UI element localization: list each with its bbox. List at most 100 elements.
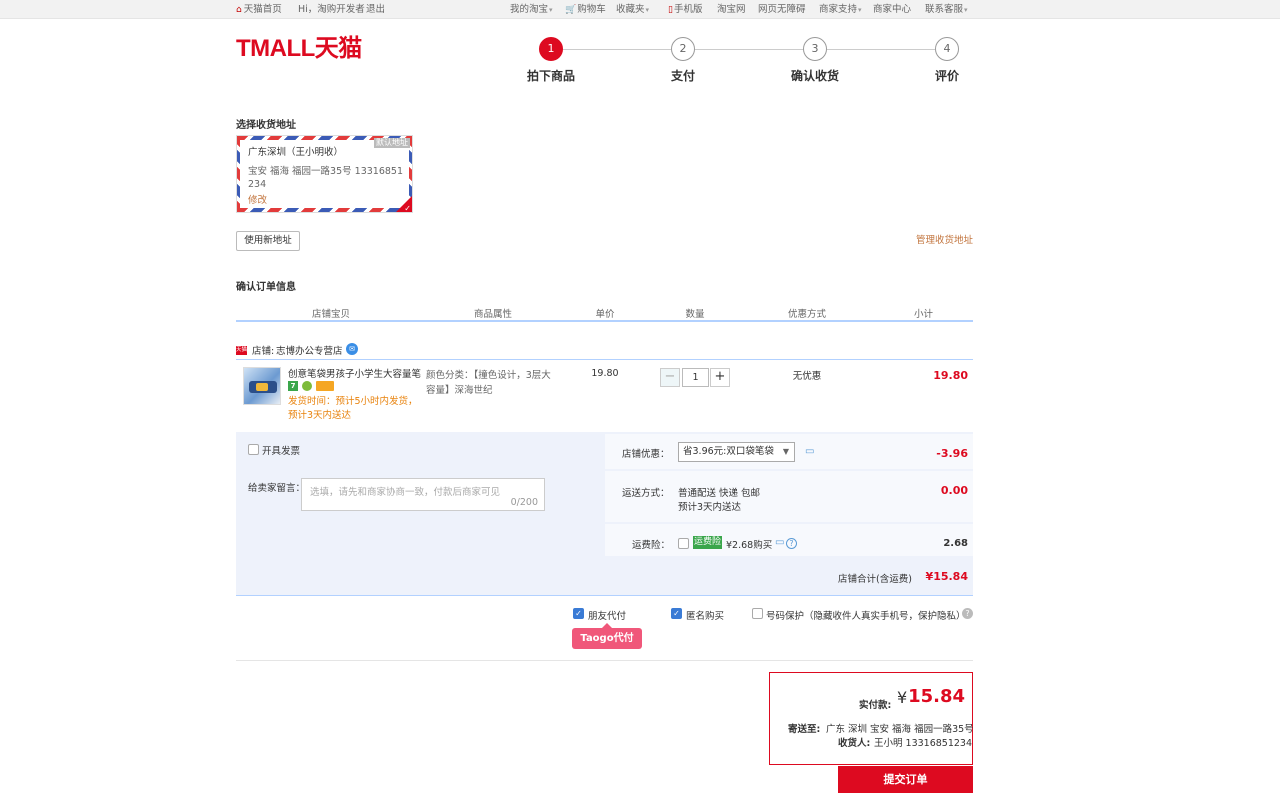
message-char-count: 0/200 xyxy=(510,497,538,508)
new-address-button[interactable]: 使用新地址 xyxy=(236,231,300,251)
quantity-input[interactable]: 1 xyxy=(682,368,709,387)
receiver-info: 王小明 13316851234 xyxy=(874,738,973,749)
manage-address-link[interactable]: 管理收货地址 xyxy=(912,232,973,246)
anonymous-label: 匿名购买 xyxy=(686,611,725,622)
invoice-checkbox[interactable] xyxy=(248,444,259,455)
discount-method: 无优惠 xyxy=(792,371,822,382)
friend-pay-label: 朋友代付 xyxy=(588,611,627,622)
seven-day-return-icon: 7 xyxy=(288,381,298,391)
pay-label: 实付款: xyxy=(859,700,892,711)
step-1-label: 拍下商品 xyxy=(526,69,575,83)
tmall-logo[interactable]: TMALL天猫 xyxy=(236,35,362,63)
home-link[interactable]: ⌂ 天猫首页 xyxy=(236,3,282,17)
comment-icon[interactable]: ▭ xyxy=(775,537,784,548)
header-unit-price: 单价 xyxy=(595,309,615,320)
step-2-label: 支付 xyxy=(670,69,695,83)
taogo-pay-badge[interactable]: Taogo代付 xyxy=(572,628,642,649)
insurance-label: 运费险： xyxy=(632,540,671,551)
step-3-label: 确认收货 xyxy=(790,69,839,83)
chevron-down-icon: ▾ xyxy=(858,6,862,14)
logout-link[interactable]: 退出 xyxy=(366,3,385,16)
insurance-checkbox[interactable] xyxy=(678,538,689,549)
step-line xyxy=(695,49,803,50)
tmall-shop-badge: 天猫 xyxy=(236,346,248,355)
product-thumbnail[interactable] xyxy=(243,367,281,405)
card-pay-icon xyxy=(316,381,334,391)
header-underline xyxy=(236,320,973,322)
header-subtotal: 小计 xyxy=(913,309,933,320)
help-icon[interactable]: ? xyxy=(786,538,797,549)
shop-name-link[interactable]: 志博办公专营店 xyxy=(276,343,343,357)
envelope-stripe xyxy=(237,136,240,212)
greeting-text: Hi，淘购开发者 xyxy=(298,4,365,15)
number-protect-checkbox[interactable] xyxy=(752,608,763,619)
taobao-link[interactable]: 淘宝网 xyxy=(717,3,746,16)
shop-discount-label: 店铺优惠： xyxy=(622,449,670,460)
step-3-circle: 3 xyxy=(803,37,827,61)
friend-pay-checkbox[interactable]: ✓ xyxy=(573,608,584,619)
header-quantity: 数量 xyxy=(685,309,705,320)
home-icon: ⌂ xyxy=(236,5,242,15)
default-address-tag: 默认地址 xyxy=(374,138,410,148)
cart-link[interactable]: 🛒购物车 xyxy=(565,3,606,17)
number-protect-label: 号码保护（隐藏收件人真实手机号，保护隐私） xyxy=(766,611,966,622)
shop-label: 店铺: xyxy=(252,346,275,357)
step-line xyxy=(827,49,935,50)
product-attributes: 颜色分类：【撞色设计，3层大容量】深海世纪 xyxy=(426,370,551,396)
ship-time-note: 发货时间：预计5小时内发货，预计3天内送达 xyxy=(288,396,418,421)
header-discount: 优惠方式 xyxy=(787,309,826,320)
merchant-support-menu[interactable]: 商家支持▾ xyxy=(819,3,862,17)
anonymous-checkbox[interactable]: ✓ xyxy=(671,608,682,619)
favorites-menu[interactable]: 收藏夹▾ xyxy=(616,3,649,17)
customer-service-menu[interactable]: 联系客服▾ xyxy=(925,3,968,17)
chevron-down-icon: ▾ xyxy=(549,6,553,14)
chevron-down-icon: ▾ xyxy=(964,6,968,14)
options-divider xyxy=(236,660,973,661)
shop-row-divider xyxy=(236,359,973,360)
step-line xyxy=(563,49,671,50)
accessibility-link[interactable]: 网页无障碍 xyxy=(758,3,806,16)
step-1-circle: 1 xyxy=(539,37,563,61)
header-shop-item: 店铺宝贝 xyxy=(311,309,350,320)
shop-discount-select[interactable]: 省3.96元:双口袋笔袋 ▼ xyxy=(678,442,795,462)
product-title-link[interactable]: 创意笔袋男孩子小学生大容量笔... xyxy=(288,368,422,381)
message-textarea[interactable]: 选填，请先和商家协商一致，付款后商家可见 0/200 xyxy=(301,478,545,511)
currency-symbol: ¥ xyxy=(897,688,908,707)
comment-icon[interactable]: ▭ xyxy=(805,446,814,457)
chevron-down-icon: ▾ xyxy=(645,6,650,14)
chat-seller-icon[interactable]: ✉ xyxy=(346,343,358,355)
step-4-label: 评价 xyxy=(934,69,959,83)
header-attributes: 商品属性 xyxy=(473,309,512,320)
mobile-link[interactable]: ▯手机版 xyxy=(668,3,702,17)
shop-discount-amount: -3.96 xyxy=(936,447,968,460)
shipping-eta: 预计3天内送达 xyxy=(678,502,742,513)
guarantee-icon xyxy=(302,381,312,391)
ship-to-address: 广东 深圳 宝安 福海 福园一路35号 xyxy=(826,724,974,735)
merchant-center-link[interactable]: 商家中心 xyxy=(873,3,911,16)
shipping-fee: 0.00 xyxy=(940,484,968,497)
quantity-decrease-button[interactable]: − xyxy=(660,368,680,387)
message-label: 给卖家留言： xyxy=(248,483,306,494)
receiver-label: 收货人: xyxy=(838,738,871,749)
help-icon[interactable]: ? xyxy=(962,608,973,619)
insurance-badge: 运费险 xyxy=(693,536,722,549)
my-taobao-menu[interactable]: 我的淘宝▾ xyxy=(510,3,553,17)
edit-address-link[interactable]: 修改 xyxy=(248,192,267,206)
top-nav-bar: ⌂ 天猫首页 Hi，淘购开发者 退出 我的淘宝▾ 🛒购物车 收藏夹▾ ▯手机版 淘… xyxy=(0,0,1280,19)
address-detail: 宝安 福海 福园一路35号 13316851234 xyxy=(248,166,404,190)
address-card[interactable]: 默认地址 广东深圳（王小明收） 宝安 福海 福园一路35号 1331685123… xyxy=(236,135,413,213)
cart-icon: 🛒 xyxy=(565,5,577,15)
submit-order-button[interactable]: 提交订单 xyxy=(838,766,973,793)
unit-price: 19.80 xyxy=(591,368,619,379)
invoice-label: 开具发票 xyxy=(262,446,301,457)
ship-to-label: 寄送至: xyxy=(788,724,821,735)
mobile-icon: ▯ xyxy=(668,5,673,15)
insurance-amount: 2.68 xyxy=(943,538,968,549)
step-2-circle: 2 xyxy=(671,37,695,61)
payment-summary: 实付款: ¥ 15.84 寄送至: 广东 深圳 宝安 福海 福园一路35号 收货… xyxy=(769,672,974,765)
message-placeholder: 选填，请先和商家协商一致，付款后商家可见 xyxy=(310,487,501,498)
quantity-increase-button[interactable]: + xyxy=(710,368,730,387)
chevron-down-icon: ▼ xyxy=(782,447,789,456)
shipping-method: 普通配送 快递 包邮 xyxy=(678,488,761,499)
shop-total-amount: ¥15.84 xyxy=(925,570,968,583)
